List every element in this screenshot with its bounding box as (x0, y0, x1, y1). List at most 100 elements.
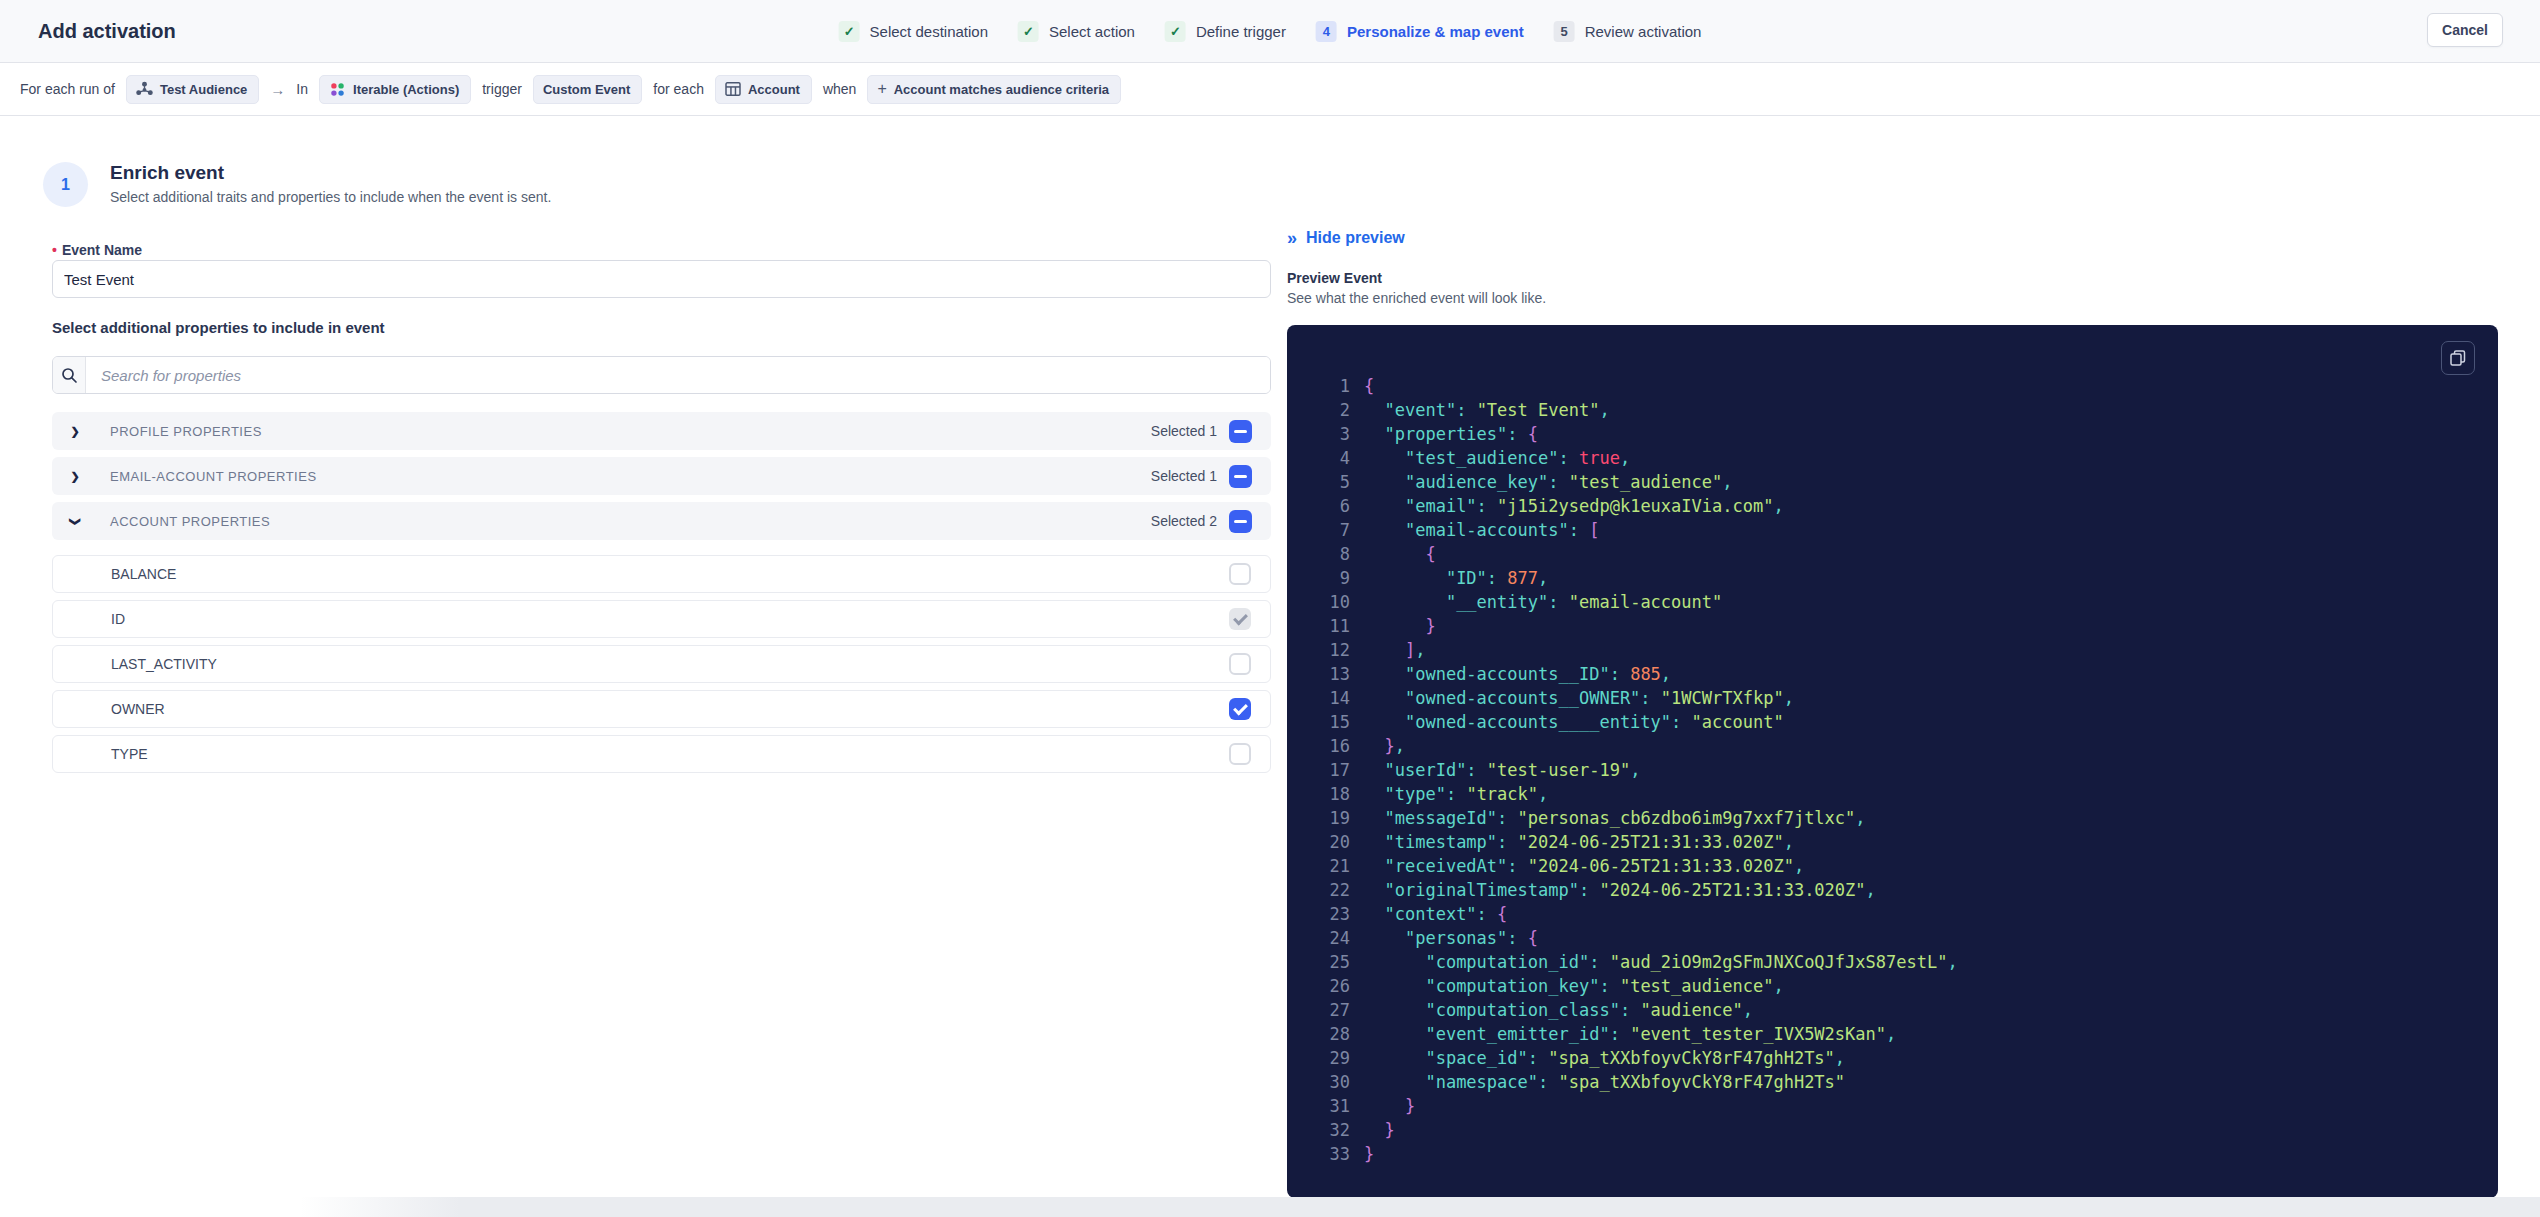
summary-text: trigger (482, 81, 522, 97)
arrow-icon: → (270, 81, 285, 98)
code-line: 32 } (1287, 1118, 2498, 1142)
required-dot: • (52, 242, 57, 258)
step-define-trigger[interactable]: ✓Define trigger (1165, 21, 1286, 42)
double-chevron-icon: » (1287, 228, 1297, 249)
summary-text: For each run of (20, 81, 115, 97)
step-select-destination[interactable]: ✓Select destination (839, 21, 988, 42)
code-line: 9 "ID": 877, (1287, 566, 2498, 590)
code-line: 29 "space_id": "spa_tXXbfoyvCkY8rF47ghH2… (1287, 1046, 2498, 1070)
code-line: 27 "computation_class": "audience", (1287, 998, 2498, 1022)
code-line: 8 { (1287, 542, 2498, 566)
chip-label: Test Audience (160, 82, 247, 97)
event-preview-code: 1{2 "event": "Test Event",3 "properties"… (1287, 325, 2498, 1198)
chevron-right-icon: ❯ (68, 425, 82, 438)
selected-count: Selected 2 (1151, 513, 1217, 529)
code-line: 28 "event_emitter_id": "event_tester_IVX… (1287, 1022, 2498, 1046)
code-line: 7 "email-accounts": [ (1287, 518, 2498, 542)
property-row-last-activity: LAST_ACTIVITY (52, 645, 1271, 683)
code-line: 6 "email": "j15i2ysedp@k1euxaIVia.com", (1287, 494, 2498, 518)
chip-account[interactable]: Account (715, 75, 812, 104)
chip-test-audience[interactable]: Test Audience (126, 75, 259, 104)
step-label: Select destination (870, 23, 988, 40)
code-line: 26 "computation_key": "test_audience", (1287, 974, 2498, 998)
search-icon (53, 357, 86, 393)
chip-label: Custom Event (543, 82, 630, 97)
code-line: 14 "owned-accounts__OWNER": "1WCWrTXfkp"… (1287, 686, 2498, 710)
step-label: Review activation (1585, 23, 1702, 40)
cancel-button[interactable]: Cancel (2427, 13, 2503, 47)
selected-count: Selected 1 (1151, 468, 1217, 484)
code-line: 21 "receivedAt": "2024-06-25T21:31:33.02… (1287, 854, 2498, 878)
property-checkbox[interactable] (1229, 743, 1251, 765)
code-line: 3 "properties": { (1287, 422, 2498, 446)
code-line: 25 "computation_id": "aud_2iO9m2gSFmJNXC… (1287, 950, 2498, 974)
code-line: 19 "messageId": "personas_cb6zdbo6im9g7x… (1287, 806, 2498, 830)
section-checkbox-indeterminate[interactable] (1229, 420, 1252, 443)
code-line: 24 "personas": { (1287, 926, 2498, 950)
stepper: ✓Select destination ✓ Select action ✓Define… (839, 0, 1702, 63)
property-sections: ❯PROFILE PROPERTIESSelected 1❯EMAIL-ACCO… (52, 412, 1271, 773)
code-line: 33} (1287, 1142, 2498, 1166)
property-row-id: ID (52, 600, 1271, 638)
chip-label: Iterable (Actions) (353, 82, 459, 97)
check-icon: ✓ (1018, 21, 1039, 42)
step-label: Define trigger (1196, 23, 1286, 40)
enrich-form: •Event Name Select additional properties… (52, 242, 1271, 773)
step-personalize-map-event[interactable]: 4Personalize & map event (1316, 21, 1524, 42)
iterable-icon (329, 81, 346, 98)
chip-custom-event[interactable]: Custom Event (533, 75, 642, 104)
step-label: Personalize & map event (1347, 23, 1524, 40)
plus-icon: + (877, 80, 886, 98)
hide-preview-link[interactable]: »Hide preview (1287, 228, 2498, 248)
step-number: 5 (1554, 21, 1575, 42)
chip-account-matches-audience-criteria[interactable]: +Account matches audience criteria (867, 75, 1121, 104)
property-checkbox[interactable] (1229, 698, 1251, 720)
step-select-action[interactable]: ✓ Select action (1018, 21, 1135, 42)
property-checkbox[interactable] (1229, 608, 1251, 630)
preview-title: Preview Event (1287, 271, 2498, 285)
step-label: Select action (1049, 23, 1135, 40)
code-line: 22 "originalTimestamp": "2024-06-25T21:3… (1287, 878, 2498, 902)
preview-subtitle: See what the enriched event will look li… (1287, 291, 2498, 306)
search-input[interactable] (86, 357, 1270, 393)
section-header-account-properties[interactable]: ❯ACCOUNT PROPERTIESSelected 2 (52, 502, 1271, 540)
chevron-down-icon: ❯ (69, 514, 82, 528)
code-line: 15 "owned-accounts____entity": "account" (1287, 710, 2498, 734)
event-name-label: •Event Name (52, 242, 1271, 258)
code-line: 4 "test_audience": true, (1287, 446, 2498, 470)
code-line: 31 } (1287, 1094, 2498, 1118)
section-checkbox-indeterminate[interactable] (1229, 465, 1252, 488)
property-label: OWNER (111, 701, 165, 717)
step-number-badge: 1 (43, 162, 88, 207)
summary-text: for each (653, 81, 704, 97)
section-label: EMAIL-ACCOUNT PROPERTIES (110, 469, 317, 484)
code-line: 5 "audience_key": "test_audience", (1287, 470, 2498, 494)
event-name-input[interactable] (52, 260, 1271, 298)
code-line: 1{ (1287, 374, 2498, 398)
step-heading: 1 Enrich event Select additional traits … (43, 162, 551, 207)
code-line: 2 "event": "Test Event", (1287, 398, 2498, 422)
audience-icon (136, 81, 153, 98)
code-line: 18 "type": "track", (1287, 782, 2498, 806)
code-line: 16 }, (1287, 734, 2498, 758)
page-title: Add activation (38, 20, 176, 43)
copy-button[interactable] (2441, 341, 2475, 375)
section-header-profile-properties[interactable]: ❯PROFILE PROPERTIESSelected 1 (52, 412, 1271, 450)
property-checkbox[interactable] (1229, 653, 1251, 675)
property-checkbox[interactable] (1229, 563, 1251, 585)
step-review-activation[interactable]: 5 Review activation (1554, 21, 1702, 42)
code-line: 17 "userId": "test-user-19", (1287, 758, 2498, 782)
section-checkbox-indeterminate[interactable] (1229, 510, 1252, 533)
property-row-owner: OWNER (52, 690, 1271, 728)
code-line: 11 } (1287, 614, 2498, 638)
summary-text: when (823, 81, 856, 97)
section-header-email-account-properties[interactable]: ❯ EMAIL-ACCOUNT PROPERTIES Selected 1 (52, 457, 1271, 495)
property-label: LAST_ACTIVITY (111, 656, 217, 672)
properties-label: Select additional properties to include … (52, 321, 1271, 335)
chevron-right-icon: ❯ (68, 470, 82, 483)
json-code: 1{2 "event": "Test Event",3 "properties"… (1287, 374, 2498, 1166)
property-label: ID (111, 611, 125, 627)
code-line: 13 "owned-accounts__ID": 885, (1287, 662, 2498, 686)
summary-text: In (296, 81, 308, 97)
chip-iterable-actions-[interactable]: Iterable (Actions) (319, 75, 471, 104)
